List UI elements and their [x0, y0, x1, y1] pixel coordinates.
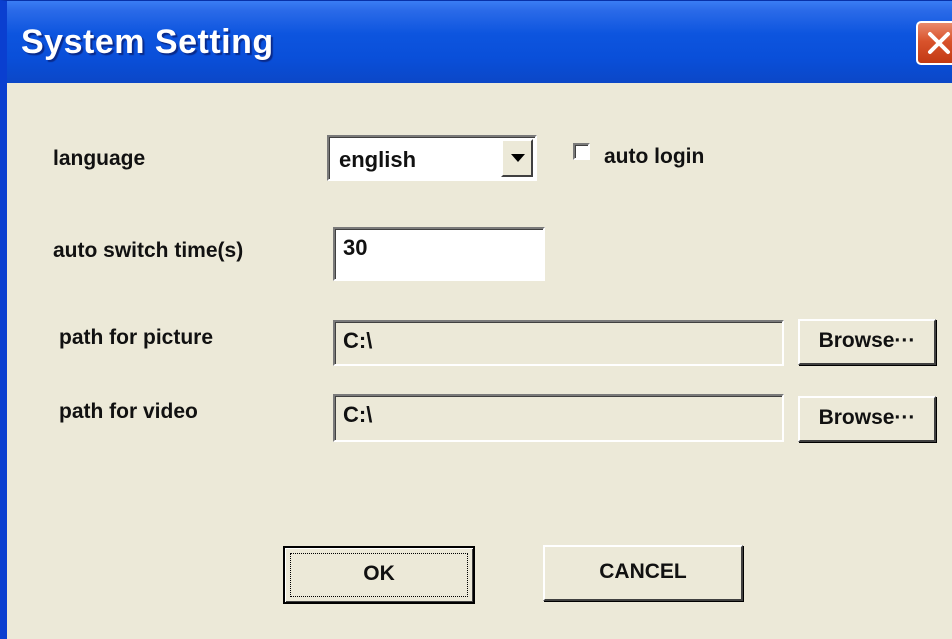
- dropdown-arrow-button[interactable]: [501, 139, 533, 177]
- language-label: language: [53, 147, 146, 170]
- picture-path-field[interactable]: C:\: [333, 320, 784, 366]
- browse-video-button[interactable]: Browse···: [798, 396, 936, 442]
- browse-picture-button-label: Browse···: [818, 329, 916, 352]
- ok-button[interactable]: OK: [283, 546, 475, 604]
- browse-video-button-label: Browse···: [818, 406, 916, 429]
- cancel-button-label: CANCEL: [599, 560, 687, 583]
- language-selected-value: english: [339, 147, 417, 172]
- title-bar[interactable]: System Setting: [7, 1, 952, 83]
- dialog-body: language english auto login auto switch …: [7, 83, 952, 639]
- auto-switch-time-input[interactable]: 30: [333, 227, 545, 281]
- focus-ring: [290, 553, 468, 597]
- auto-switch-time-label: auto switch time(s): [53, 239, 244, 262]
- auto-login-label: auto login: [604, 145, 705, 168]
- cancel-button[interactable]: CANCEL: [543, 545, 743, 601]
- close-button[interactable]: [916, 21, 952, 65]
- video-path-label: path for video: [59, 400, 198, 423]
- browse-picture-button[interactable]: Browse···: [798, 319, 936, 365]
- language-dropdown[interactable]: english: [327, 135, 537, 181]
- close-icon: [928, 32, 950, 54]
- chevron-down-icon: [511, 154, 525, 162]
- auto-login-checkbox[interactable]: [573, 143, 590, 160]
- system-setting-dialog: System Setting language english auto log…: [0, 0, 952, 639]
- picture-path-label: path for picture: [59, 326, 214, 349]
- window-title: System Setting: [21, 23, 274, 61]
- video-path-field[interactable]: C:\: [333, 394, 784, 442]
